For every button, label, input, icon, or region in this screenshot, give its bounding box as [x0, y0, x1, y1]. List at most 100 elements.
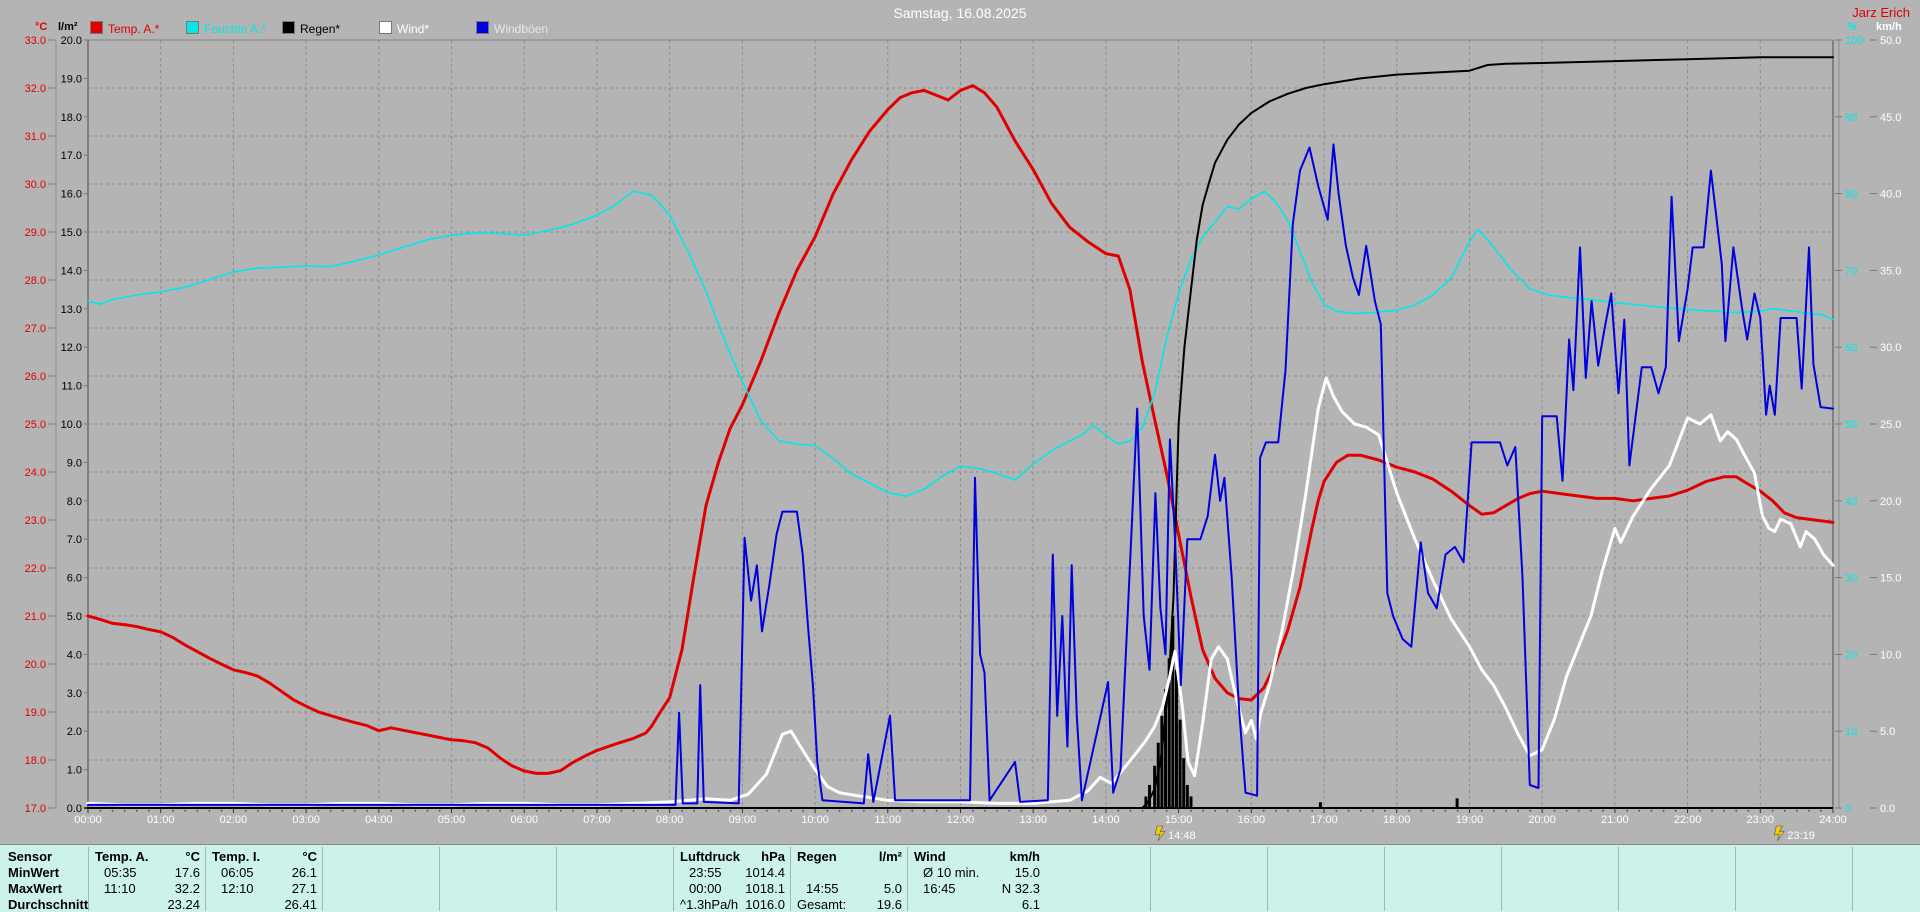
table-cell: MaxWert	[8, 881, 62, 896]
table-cell: 5.0	[883, 881, 902, 896]
svg-text:10:00: 10:00	[801, 814, 829, 826]
svg-text:9.0: 9.0	[67, 457, 82, 469]
svg-text:23:00: 23:00	[1747, 814, 1775, 826]
table-cell: °C	[302, 849, 317, 864]
table-separator	[1852, 847, 1853, 911]
table-cell: km/h	[1009, 849, 1040, 864]
svg-text:30.0: 30.0	[25, 179, 46, 191]
svg-text:05:00: 05:00	[438, 814, 466, 826]
svg-text:30.0: 30.0	[1880, 342, 1901, 354]
svg-text:14.0: 14.0	[61, 265, 82, 277]
table-cell: 32.2	[174, 881, 200, 896]
table-separator	[1618, 847, 1619, 911]
svg-text:18:00: 18:00	[1383, 814, 1411, 826]
svg-text:0.0: 0.0	[1880, 803, 1895, 815]
table-cell: MinWert	[8, 865, 60, 880]
table-cell: 1016.0	[745, 897, 785, 912]
table-separator	[322, 847, 323, 911]
svg-text:18.0: 18.0	[61, 112, 82, 124]
table-cell: °C	[185, 849, 200, 864]
svg-text:35.0: 35.0	[1880, 265, 1901, 277]
svg-text:17.0: 17.0	[25, 803, 46, 815]
table-separator	[673, 847, 674, 911]
svg-text:25.0: 25.0	[25, 419, 46, 431]
svg-text:1.0: 1.0	[67, 765, 82, 777]
svg-text:11:00: 11:00	[874, 814, 901, 826]
svg-text:07:00: 07:00	[583, 814, 611, 826]
svg-text:23.0: 23.0	[25, 515, 46, 527]
svg-text:40: 40	[1845, 496, 1857, 508]
svg-text:20.0: 20.0	[61, 35, 82, 47]
svg-text:7.0: 7.0	[67, 534, 82, 546]
table-cell: 17.6	[174, 865, 200, 880]
series-wind	[86, 376, 1835, 807]
table-cell: 27.1	[291, 881, 317, 896]
svg-text:04:00: 04:00	[365, 814, 393, 826]
svg-text:03:00: 03:00	[292, 814, 320, 826]
svg-text:20: 20	[1845, 649, 1857, 661]
svg-text:90: 90	[1845, 112, 1857, 124]
statistics-table: Sensor MinWert MaxWert Durchschnitt Temp. A.…	[0, 844, 1920, 912]
svg-text:19:00: 19:00	[1456, 814, 1484, 826]
grid-lines	[88, 40, 1833, 808]
svg-text:10.0: 10.0	[1880, 649, 1901, 661]
svg-text:13:00: 13:00	[1019, 814, 1047, 826]
svg-text:6.0: 6.0	[67, 573, 82, 585]
svg-text:17.0: 17.0	[61, 150, 82, 162]
table-separator	[907, 847, 908, 911]
svg-text:10: 10	[1845, 726, 1857, 738]
svg-text:21.0: 21.0	[25, 611, 46, 623]
table-cell: 1018.1	[745, 881, 785, 896]
svg-text:100: 100	[1845, 35, 1863, 47]
svg-text:40.0: 40.0	[1880, 189, 1901, 201]
svg-text:50.0: 50.0	[1880, 35, 1901, 47]
table-cell: 16:45	[923, 881, 956, 896]
svg-text:01:00: 01:00	[147, 814, 175, 826]
svg-text:3.0: 3.0	[67, 688, 82, 700]
svg-text:28.0: 28.0	[25, 275, 46, 287]
svg-text:60: 60	[1845, 342, 1857, 354]
svg-text:08:00: 08:00	[656, 814, 684, 826]
svg-text:11.0: 11.0	[61, 381, 82, 393]
svg-text:23:19: 23:19	[1787, 830, 1815, 842]
table-cell: Wind	[914, 849, 946, 864]
svg-text:70: 70	[1845, 265, 1857, 277]
svg-text:33.0: 33.0	[25, 35, 46, 47]
svg-text:4.0: 4.0	[67, 649, 82, 661]
weather-station-window: Samstag, 16.08.2025 Jarz Erich °C l/m² %…	[0, 0, 1920, 912]
svg-text:20.0: 20.0	[25, 659, 46, 671]
svg-text:5.0: 5.0	[1880, 726, 1895, 738]
table-separator	[1150, 847, 1151, 911]
svg-text:18.0: 18.0	[25, 755, 46, 767]
table-cell: Temp. I.	[212, 849, 261, 864]
svg-text:14:00: 14:00	[1092, 814, 1120, 826]
svg-text:2.0: 2.0	[67, 726, 82, 738]
table-cell: Sensor	[8, 849, 53, 864]
svg-text:80: 80	[1845, 189, 1857, 201]
table-cell: Regen	[797, 849, 837, 864]
svg-text:10.0: 10.0	[61, 419, 82, 431]
svg-text:22.0: 22.0	[25, 563, 46, 575]
table-cell: 1014.4	[745, 865, 785, 880]
table-cell: 23.24	[167, 897, 200, 912]
svg-text:00:00: 00:00	[74, 814, 102, 826]
table-cell: 26.1	[291, 865, 317, 880]
table-separator	[439, 847, 440, 911]
svg-text:26.0: 26.0	[25, 371, 46, 383]
svg-text:12.0: 12.0	[61, 342, 82, 354]
svg-text:20.0: 20.0	[1880, 496, 1901, 508]
event-markers: 14:48 23:19	[1154, 825, 1815, 842]
weather-chart-plot: 33.0 32.0 31.0 30.0 29.0 28.0 27.0 26.0 25.0 24.0…	[25, 35, 1902, 842]
svg-text:19.0: 19.0	[25, 707, 46, 719]
table-separator	[790, 847, 791, 911]
svg-text:12:00: 12:00	[947, 814, 975, 826]
svg-text:22:00: 22:00	[1674, 814, 1702, 826]
table-cell: 19.6	[876, 897, 902, 912]
svg-text:13.0: 13.0	[61, 304, 82, 316]
table-separator	[1735, 847, 1736, 911]
table-separator	[205, 847, 206, 911]
svg-text:24.0: 24.0	[25, 467, 46, 479]
svg-text:09:00: 09:00	[729, 814, 757, 826]
x-axis-labels: 00:00 01:00 02:00 03:00 04:00 05:00 06:00 07:00…	[74, 808, 1847, 826]
table-separator	[1501, 847, 1502, 911]
